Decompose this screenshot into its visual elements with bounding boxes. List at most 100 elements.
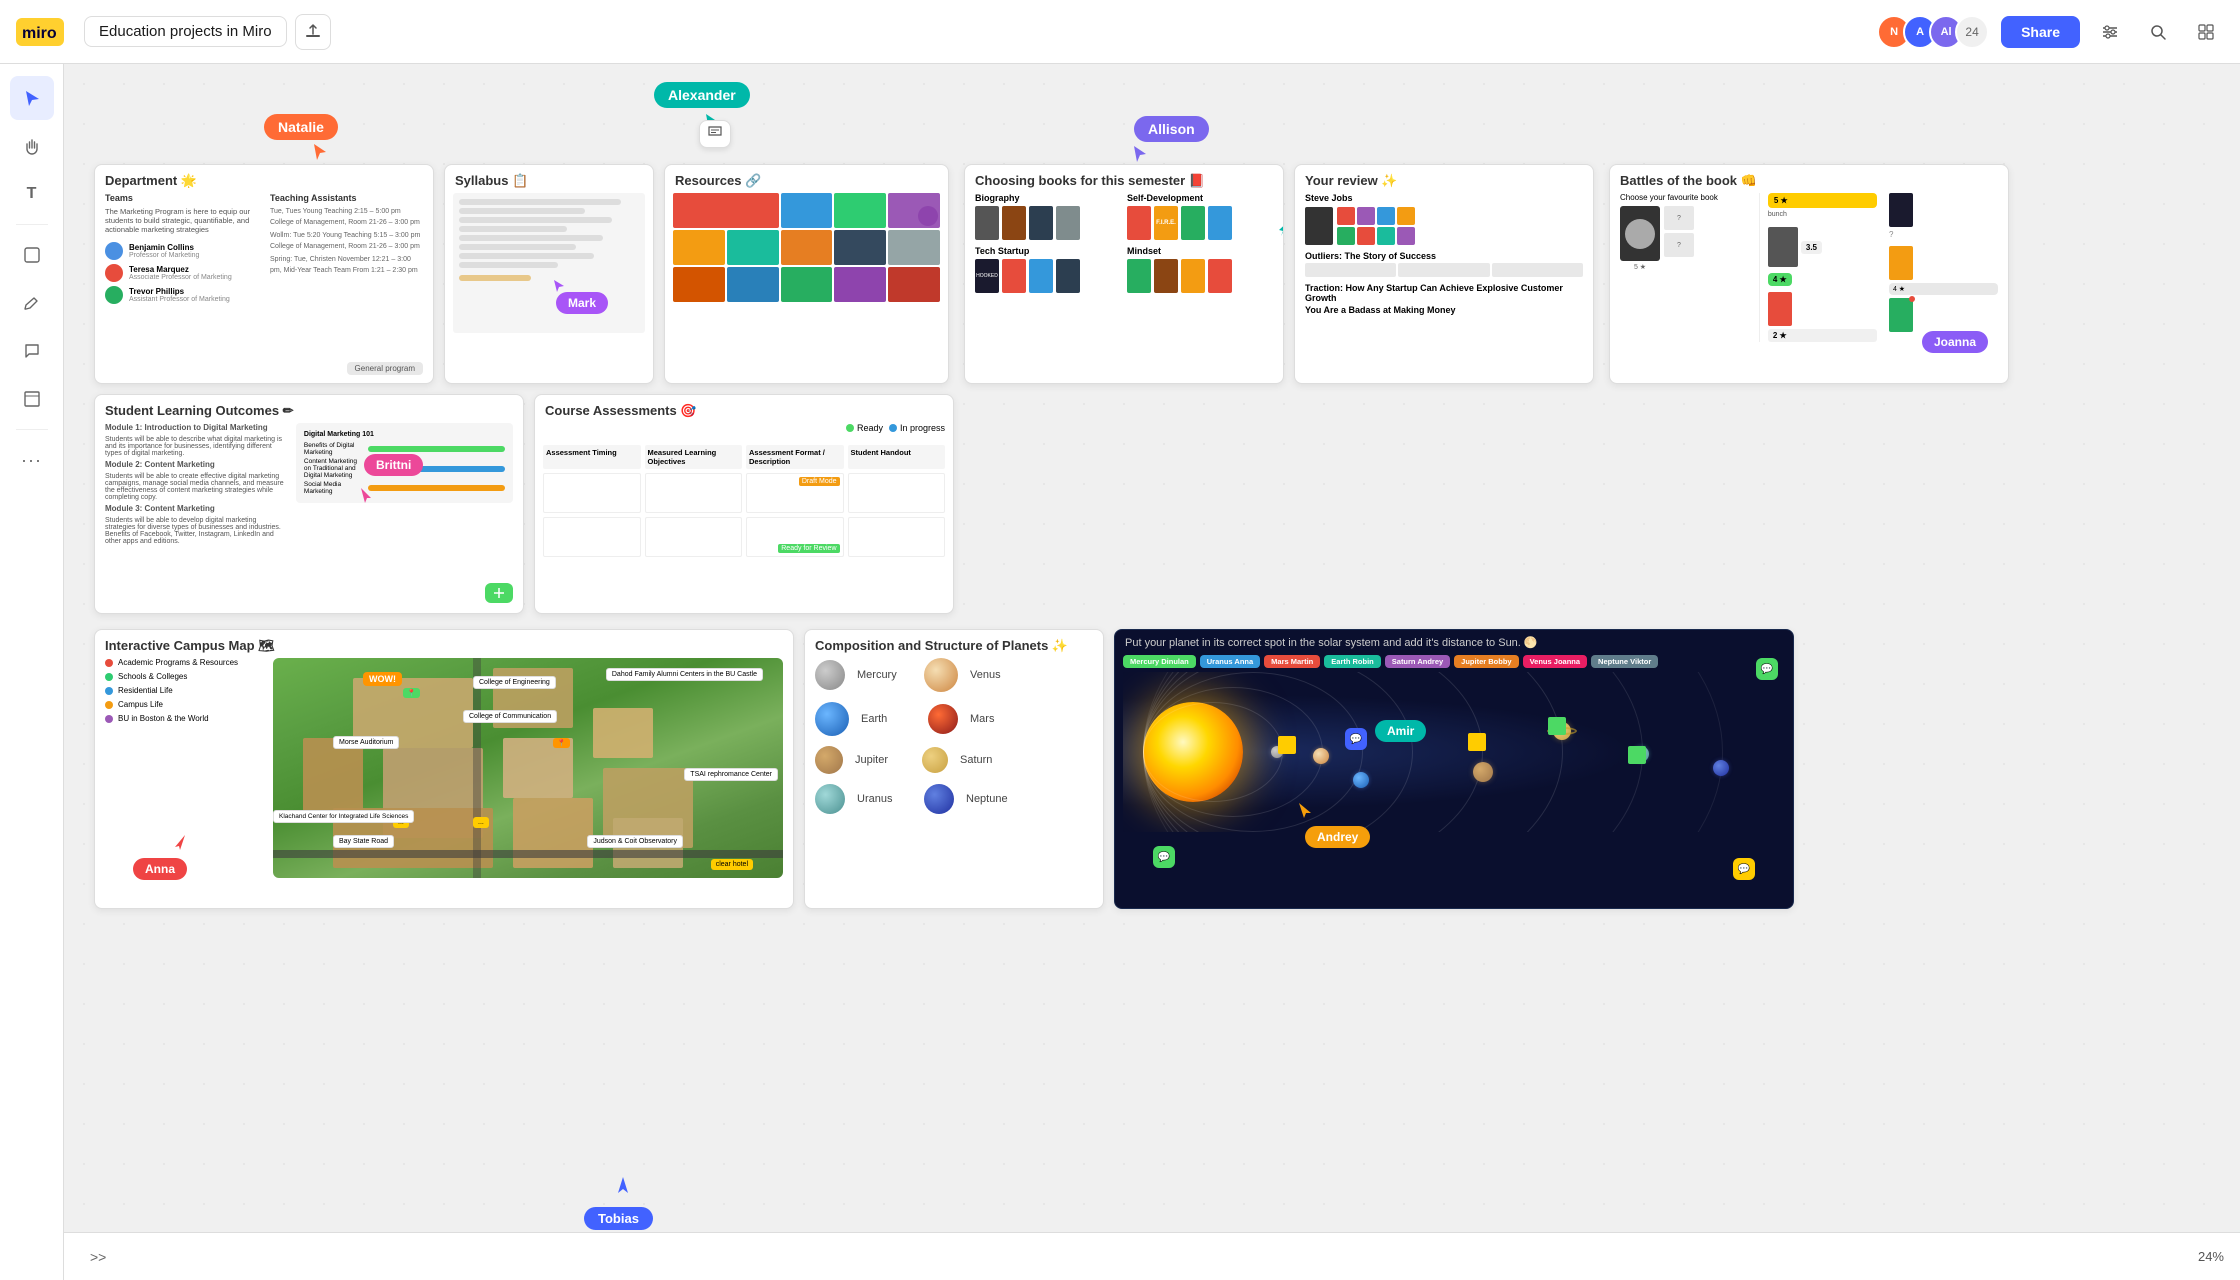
label-yellow2: ... — [473, 817, 489, 828]
search-icon[interactable] — [2140, 14, 2176, 50]
books-title: Choosing books for this semester 📕 — [965, 165, 1283, 193]
tool-text[interactable]: T — [10, 172, 54, 216]
wow-sticky: WOW! — [363, 672, 402, 686]
chat-icon-top: 💬 — [1756, 658, 1778, 680]
sticky-saturn-planet — [1548, 717, 1566, 735]
label-morse: Morse Auditorium — [333, 736, 399, 749]
student-saturn: Saturn Andrey — [1385, 655, 1450, 668]
composition-title: Composition and Structure of Planets ✨ — [805, 630, 1103, 658]
cursor-andrey: Andrey — [1305, 826, 1370, 848]
avatar-group: N A Al 24 — [1877, 15, 1989, 49]
chat-icon-bottom-left: 💬 — [1153, 846, 1175, 868]
books-panel: Choosing books for this semester 📕 Biogr… — [964, 164, 1284, 384]
department-panel: Department 🌟 Teams The Marketing Program… — [94, 164, 434, 384]
student-earth: Earth Robin — [1324, 655, 1381, 668]
student-venus: Venus Joanna — [1523, 655, 1587, 668]
canvas: Natalie Alexander Allison Department 🌟 T… — [64, 64, 2240, 1280]
sticky-uranus-planet — [1628, 746, 1646, 764]
tool-comment[interactable] — [10, 329, 54, 373]
cursor-alexander: Alexander — [654, 82, 750, 108]
tool-select[interactable] — [10, 76, 54, 120]
cursor-allison: Allison — [1134, 116, 1209, 142]
outcomes-panel: Student Learning Outcomes ✏ Module 1: In… — [94, 394, 524, 614]
label-orange1: 📍 — [553, 738, 570, 748]
header: miro Education projects in Miro N A Al 2… — [0, 0, 2240, 64]
planet-earth-orbit — [1353, 772, 1369, 788]
sidebar-toolbar: T ··· — [0, 64, 64, 1280]
syllabus-title: Syllabus 📋 — [445, 165, 653, 193]
planet-row-earth: Earth Mars — [815, 702, 1093, 736]
planet-jupiter-orbit — [1473, 762, 1493, 782]
label-comms: College of Communication — [463, 710, 557, 723]
planet-row-jupiter: Jupiter Saturn — [815, 746, 1093, 774]
assessments-title: Course Assessments 🎯 — [535, 395, 953, 423]
chat-bubble-alexander — [699, 120, 731, 148]
books-techstartup: Tech Startup HOOKED — [975, 246, 1121, 293]
battles-panel: Battles of the book 👊 Choose your favour… — [1609, 164, 2009, 384]
department-title: Department 🌟 — [95, 165, 433, 193]
cursor-brittni: Brittni — [364, 454, 423, 476]
label-alumni: Dahod Family Alumni Centers in the BU Ca… — [606, 668, 763, 681]
chat-icon-bottom-right: 💬 — [1733, 858, 1755, 880]
label-baystate: Bay State Road — [333, 835, 394, 848]
label-note: clear hotel — [711, 859, 753, 870]
student-jupiter: Jupiter Bobby — [1454, 655, 1518, 668]
miro-logo[interactable]: miro — [16, 14, 72, 50]
battles-title: Battles of the book 👊 — [1610, 165, 2008, 193]
header-title: Education projects in Miro — [99, 23, 272, 40]
tool-more[interactable]: ··· — [10, 438, 54, 482]
cursor-tobias: Tobias — [584, 1207, 653, 1230]
tool-sticky[interactable] — [10, 233, 54, 277]
student-neptune: Neptune Viktor — [1591, 655, 1658, 668]
planet-neptune-orbit — [1713, 760, 1729, 776]
books-mindset: Mindset — [1127, 246, 1273, 293]
syllabus-panel: Syllabus 📋 — [444, 164, 654, 384]
planet-venus-orbit — [1313, 748, 1329, 764]
zoom-level: 24% — [2198, 1249, 2224, 1264]
student-uranus: Uranus Anna — [1200, 655, 1260, 668]
review-title: Your review ✨ — [1295, 165, 1593, 193]
label-engineering: College of Engineering — [473, 676, 556, 689]
assessments-panel: Course Assessments 🎯 Ready In progress A… — [534, 394, 954, 614]
label-tsai: TSAI rephromance Center — [684, 768, 778, 781]
sticky-mercury-planet — [1278, 736, 1296, 754]
solar-panel: Put your planet in its correct spot in t… — [1114, 629, 1794, 909]
filter-icon[interactable] — [2092, 14, 2128, 50]
resources-panel: Resources 🔗 — [664, 164, 949, 384]
tool-frame[interactable] — [10, 377, 54, 421]
resources-title: Resources 🔗 — [665, 165, 948, 193]
campus-panel: Interactive Campus Map 🗺 Academic Progra… — [94, 629, 794, 909]
planet-row-mercury: Mercury Venus — [815, 658, 1093, 692]
solar-title: Put your planet in its correct spot in t… — [1115, 630, 1793, 655]
cursor-amir-solar: Amir — [1375, 720, 1426, 742]
books-selfdev: Self-Development F.I.R.E. — [1127, 193, 1273, 240]
books-biography: Biography — [975, 193, 1121, 240]
composition-panel: Composition and Structure of Planets ✨ M… — [804, 629, 1104, 909]
cursor-joanna: Joanna — [1922, 331, 1988, 353]
header-right: N A Al 24 Share — [1877, 14, 2224, 50]
student-mars: Mars Martin — [1264, 655, 1320, 668]
expand-button[interactable]: >> — [80, 1243, 116, 1271]
label-green1: 📍 — [403, 688, 420, 698]
planet-row-uranus: Uranus Neptune — [815, 784, 1093, 814]
separator-1 — [16, 224, 48, 225]
label-klachand: Klachand Center for Integrated Life Scie… — [273, 810, 414, 823]
header-title-box[interactable]: Education projects in Miro — [84, 16, 287, 47]
upload-button[interactable] — [295, 14, 331, 50]
campus-title: Interactive Campus Map 🗺 — [95, 630, 793, 658]
student-mercury: Mercury Dinulan — [1123, 655, 1196, 668]
cursor-natalie: Natalie — [264, 114, 338, 140]
chat-icon-solar: 💬 — [1345, 728, 1367, 750]
svg-text:miro: miro — [22, 25, 57, 42]
outcomes-title: Student Learning Outcomes ✏ — [95, 395, 523, 423]
avatar-count: 24 — [1955, 15, 1989, 49]
cursor-anna: Anna — [133, 858, 187, 880]
tool-pen[interactable] — [10, 281, 54, 325]
label-judson: Judson & Coit Observatory — [587, 835, 683, 848]
grid-icon[interactable] — [2188, 14, 2224, 50]
sticky-jupiter-planet — [1468, 733, 1486, 751]
tool-hand[interactable] — [10, 124, 54, 168]
bottom-bar: >> 24% — [64, 1232, 2240, 1280]
review-panel: Your review ✨ Steve Jobs Outliers: The S… — [1294, 164, 1594, 384]
share-button[interactable]: Share — [2001, 16, 2080, 48]
